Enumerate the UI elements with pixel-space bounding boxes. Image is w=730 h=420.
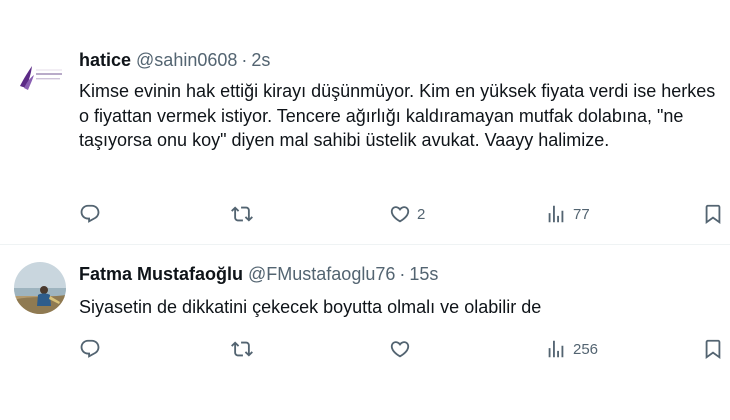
tweet[interactable]: Fatma Mustafaoğlu @FMustafaoglu76 · 15s Siy… bbox=[0, 245, 730, 420]
retweet-button[interactable] bbox=[231, 335, 253, 363]
action-bar: 2 77 bbox=[0, 200, 730, 228]
tweet-text: Kimse evinin hak ettiği kirayı düşünmüyo… bbox=[79, 81, 716, 150]
separator-dot: · bbox=[399, 264, 406, 284]
tweet-text: Siyasetin de dikkatini çekecek boyutta o… bbox=[79, 297, 542, 317]
separator-dot: · bbox=[241, 50, 248, 70]
tweet-header: Fatma Mustafaoğlu @FMustafaoglu76 · 15s bbox=[79, 262, 438, 286]
heart-icon bbox=[390, 206, 410, 223]
avatar[interactable] bbox=[14, 48, 66, 100]
author-name[interactable]: hatice bbox=[79, 50, 131, 70]
bookmark-button[interactable] bbox=[702, 200, 724, 228]
author-handle[interactable]: @sahin0608 bbox=[136, 50, 237, 70]
reply-icon bbox=[80, 204, 100, 223]
author-name[interactable]: Fatma Mustafaoğlu bbox=[79, 264, 243, 284]
views-icon bbox=[548, 340, 564, 358]
action-bar: 256 bbox=[0, 335, 730, 363]
views-button[interactable]: 77 bbox=[545, 200, 590, 228]
timestamp[interactable]: 2s bbox=[251, 50, 270, 70]
reply-button[interactable] bbox=[79, 200, 101, 228]
views-icon bbox=[548, 205, 564, 223]
like-count: 2 bbox=[417, 205, 426, 223]
reply-button[interactable] bbox=[79, 335, 101, 363]
reply-icon bbox=[80, 339, 100, 358]
views-button[interactable]: 256 bbox=[545, 335, 598, 363]
tweet-header: hatice @sahin0608 · 2s bbox=[79, 48, 270, 72]
timestamp[interactable]: 15s bbox=[409, 264, 438, 284]
company-logo-avatar bbox=[14, 48, 66, 100]
author-handle[interactable]: @FMustafaoglu76 bbox=[248, 264, 395, 284]
tweet[interactable]: hatice @sahin0608 · 2s Kimse evinin hak ett… bbox=[0, 0, 730, 245]
like-button[interactable] bbox=[389, 335, 417, 363]
bookmark-icon bbox=[705, 204, 721, 225]
like-button[interactable]: 2 bbox=[389, 200, 425, 228]
retweet-icon bbox=[231, 206, 253, 222]
views-count: 77 bbox=[573, 205, 590, 223]
profile-photo-avatar bbox=[14, 262, 66, 314]
avatar[interactable] bbox=[14, 262, 66, 314]
bookmark-icon bbox=[705, 339, 721, 360]
retweet-button[interactable] bbox=[231, 200, 253, 228]
heart-icon bbox=[390, 341, 410, 358]
bookmark-button[interactable] bbox=[702, 335, 724, 363]
retweet-icon bbox=[231, 341, 253, 357]
views-count: 256 bbox=[573, 340, 599, 358]
